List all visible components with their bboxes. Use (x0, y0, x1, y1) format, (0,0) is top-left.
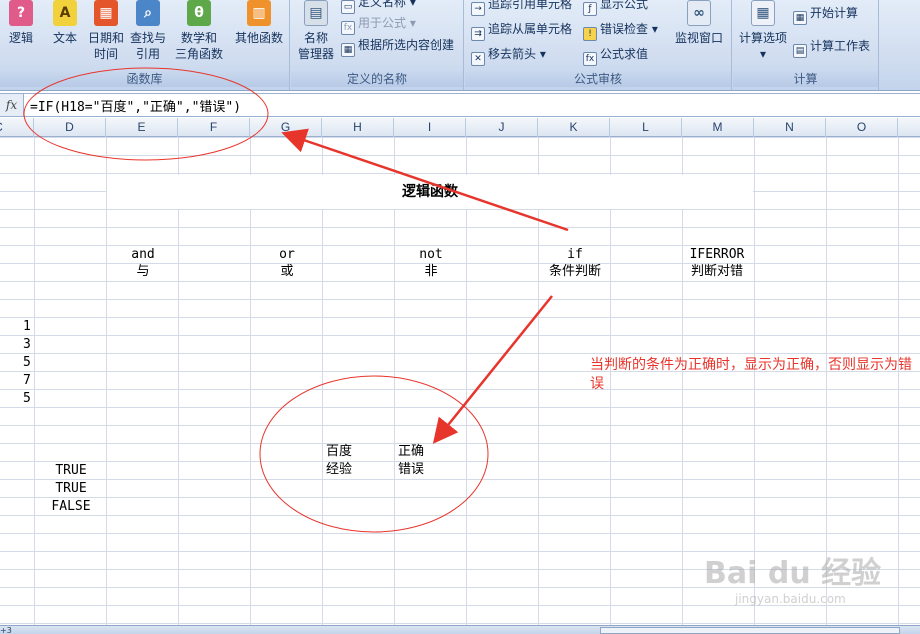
function-desc-if[interactable]: 条件判断 (531, 263, 619, 281)
annotation-text: 当判断的条件为正确时，显示为正确，否则显示为错误 (590, 357, 912, 392)
watch-window-button[interactable]: ∞ 监视窗口 (671, 0, 727, 46)
column-header-h[interactable]: H (322, 118, 394, 137)
column-header-e[interactable]: E (106, 118, 178, 137)
evaluate-formula-icon: fx (583, 52, 597, 66)
i19-cell[interactable]: 错误 (398, 461, 424, 479)
define-name-button[interactable]: ▭ 定义名称 ▾ (341, 0, 416, 14)
function-name-iferror[interactable]: IFERROR (681, 246, 753, 264)
grid-create-icon: ▦ (341, 43, 355, 57)
calc-sheet-button[interactable]: ▤ 计算工作表 (793, 38, 870, 58)
use-in-formula-button[interactable]: fx 用于公式 ▾ (341, 15, 416, 35)
formula-bar: fx =IF(H18="百度","正确","错误") (0, 93, 920, 117)
column-header-l[interactable]: L (610, 118, 682, 137)
column-header-i[interactable]: I (394, 118, 466, 137)
number-cell[interactable]: 3 (23, 336, 31, 354)
column-header-f[interactable]: F (178, 118, 250, 137)
function-desc-and[interactable]: 与 (107, 263, 179, 281)
calculation-label: 计算 (733, 71, 878, 87)
column-headers: C D E F G H I J K L M N O (0, 118, 920, 137)
ribbon: ? 逻辑 A 文本 ▦ 日期和 时间 ⌕ 查找与 引用 θ 数学和 三角函数 ▥… (0, 0, 920, 91)
defined-names-label: 定义的名称 (291, 71, 463, 87)
number-cell[interactable]: 1 (23, 318, 31, 336)
h18-cell[interactable]: 百度 (326, 443, 352, 461)
formula-auditing-label: 公式审核 (465, 71, 731, 87)
remove-arrows-button[interactable]: ✕ 移去箭头 ▾ (471, 46, 546, 66)
remove-arrows-icon: ✕ (471, 52, 485, 66)
function-desc-or[interactable]: 或 (251, 263, 323, 281)
h19-cell[interactable]: 经验 (326, 461, 352, 479)
show-formulas-button[interactable]: ƒ 显示公式 (583, 0, 648, 16)
name-manager-button[interactable]: ▤ 名称 管理器 (295, 0, 337, 62)
number-cell[interactable]: 5 (23, 354, 31, 372)
trace-dependents-icon: ⇉ (471, 27, 485, 41)
calc-now-icon: ▦ (793, 11, 807, 25)
lookup-reference-button[interactable]: ⌕ 查找与 引用 (128, 0, 168, 62)
logical-button[interactable]: ? 逻辑 (4, 0, 38, 46)
trace-precedents-button[interactable]: → 追踪引用单元格 (471, 0, 572, 16)
calculation-group: ▦ 计算选项 ▾ ▦ 开始计算 ▤ 计算工作表 计算 (733, 0, 879, 90)
formula-input[interactable]: =IF(H18="百度","正确","错误") (30, 96, 241, 115)
calendar-book-icon: ▦ (94, 0, 118, 26)
function-desc-not[interactable]: 非 (395, 263, 467, 281)
date-time-button[interactable]: ▦ 日期和 时间 (86, 0, 126, 62)
calc-options-button[interactable]: ▦ 计算选项 ▾ (737, 0, 789, 62)
function-name-and[interactable]: and (107, 246, 179, 264)
evaluate-formula-button[interactable]: fx 公式求值 (583, 46, 648, 66)
number-cell[interactable]: 7 (23, 372, 31, 390)
math-trig-button[interactable]: θ 数学和 三角函数 (170, 0, 228, 62)
boolean-cell[interactable]: FALSE (35, 498, 107, 516)
sheet-title[interactable]: 逻辑函数 (107, 175, 753, 209)
column-header-j[interactable]: J (466, 118, 538, 137)
baidu-watermark-url: jingyan.baidu.com (735, 592, 846, 606)
function-library-group: ? 逻辑 A 文本 ▦ 日期和 时间 ⌕ 查找与 引用 θ 数学和 三角函数 ▥… (0, 0, 290, 90)
i18-cell[interactable]: 正确 (398, 443, 424, 461)
column-header-g[interactable]: G (250, 118, 322, 137)
warning-icon: ! (583, 27, 597, 41)
show-formulas-icon: ƒ (583, 2, 597, 16)
column-header-n[interactable]: N (754, 118, 826, 137)
trace-precedents-icon: → (471, 2, 485, 16)
letter-book-icon: A (53, 0, 77, 26)
function-desc-iferror[interactable]: 判断对错 (677, 263, 757, 281)
text-button[interactable]: A 文本 (48, 0, 82, 46)
function-name-not[interactable]: not (395, 246, 467, 264)
more-functions-button[interactable]: ▥ 其他函数 (232, 0, 286, 46)
boolean-cell[interactable]: TRUE (35, 462, 107, 480)
define-name-icon: ▭ (341, 0, 355, 14)
number-cell[interactable]: 5 (23, 390, 31, 408)
insert-function-button[interactable]: fx (0, 94, 24, 116)
horizontal-scrollbar[interactable] (600, 627, 900, 634)
sheet-tab[interactable]: +3 (0, 626, 12, 634)
function-library-label: 函数库 (0, 71, 289, 87)
name-manager-icon: ▤ (304, 0, 328, 26)
search-book-icon: ⌕ (136, 0, 160, 26)
calc-now-button[interactable]: ▦ 开始计算 (793, 5, 858, 25)
sheet-tab-bar: +3 (0, 625, 920, 634)
defined-names-group: ▤ 名称 管理器 ▭ 定义名称 ▾ fx 用于公式 ▾ ▦ 根据所选内容创建 定义的名… (291, 0, 464, 90)
error-checking-button[interactable]: ! 错误检查 ▾ (583, 21, 658, 41)
create-from-selection-button[interactable]: ▦ 根据所选内容创建 (341, 37, 454, 57)
column-header-d[interactable]: D (34, 118, 106, 137)
calculator-icon: ▦ (751, 0, 775, 26)
books-icon: ▥ (247, 0, 271, 26)
column-header-c[interactable]: C (0, 118, 34, 137)
column-header-m[interactable]: M (682, 118, 754, 137)
boolean-cell[interactable]: TRUE (35, 480, 107, 498)
fx-icon: fx (341, 21, 355, 35)
question-book-icon: ? (9, 0, 33, 26)
function-name-or[interactable]: or (251, 246, 323, 264)
glasses-icon: ∞ (687, 0, 711, 26)
calc-sheet-icon: ▤ (793, 44, 807, 58)
trace-dependents-button[interactable]: ⇉ 追踪从属单元格 (471, 21, 572, 41)
function-name-if[interactable]: if (539, 246, 611, 264)
baidu-watermark: Bai du 经验 (704, 556, 882, 591)
column-header-k[interactable]: K (538, 118, 610, 137)
theta-book-icon: θ (187, 0, 211, 26)
formula-auditing-group: → 追踪引用单元格 ⇉ 追踪从属单元格 ✕ 移去箭头 ▾ ƒ 显示公式 ! 错误检查 ▾ … (465, 0, 732, 90)
column-header-o[interactable]: O (826, 118, 898, 137)
